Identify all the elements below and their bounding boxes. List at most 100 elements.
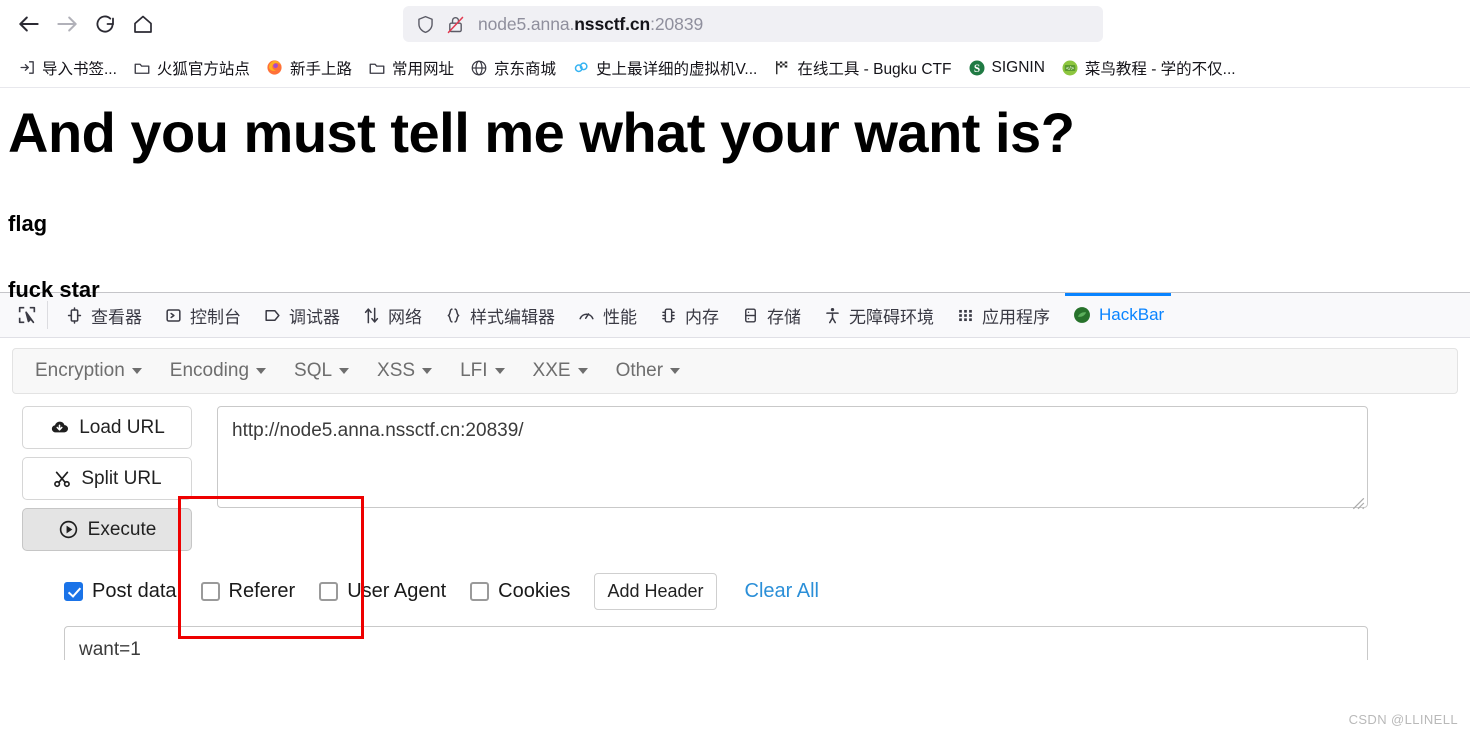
url-text: node5.anna.nssctf.cn:20839 — [478, 14, 703, 35]
chevron-down-icon — [670, 368, 681, 374]
urlbar-identity-icons — [415, 14, 466, 35]
menu-encoding[interactable]: Encoding — [156, 355, 280, 387]
element-picker-icon — [18, 306, 35, 324]
menu-other[interactable]: Other — [602, 355, 695, 387]
inspector-icon — [65, 306, 84, 325]
bookmark-runoob[interactable]: </> 菜鸟教程 - 学的不仅... — [1053, 53, 1244, 83]
watermark: CSDN @LLINELL — [1348, 712, 1458, 727]
tab-hackbar[interactable]: HackBar — [1061, 293, 1175, 337]
execute-button[interactable]: Execute — [22, 508, 192, 551]
back-arrow-icon — [19, 16, 39, 32]
menu-xxe[interactable]: XXE — [519, 355, 602, 387]
tab-label: 无障碍环境 — [849, 307, 934, 327]
menu-lfi[interactable]: LFI — [446, 355, 518, 387]
tab-performance[interactable]: 性能 — [566, 293, 648, 337]
bookmark-label: 菜鸟教程 - 学的不仅... — [1084, 60, 1236, 78]
referer-option[interactable]: Referer — [200, 580, 295, 603]
menu-xss[interactable]: XSS — [363, 355, 446, 387]
bookmark-label: 火狐官方站点 — [156, 60, 250, 78]
console-icon — [164, 306, 183, 325]
hackbar-post-area — [12, 626, 1458, 660]
cloud-download-icon — [49, 417, 70, 438]
referer-checkbox[interactable] — [200, 582, 220, 601]
tab-console[interactable]: 控制台 — [153, 293, 252, 337]
browser-toolbar: node5.anna.nssctf.cn:20839 — [0, 0, 1470, 48]
menu-sql[interactable]: SQL — [280, 355, 363, 387]
hackbar-panel: Encryption Encoding SQL XSS LFI XXE Othe… — [0, 338, 1470, 660]
tab-label: 控制台 — [190, 307, 241, 327]
bookmark-label: 京东商城 — [493, 60, 556, 78]
menu-label: LFI — [460, 360, 488, 381]
bookmark-bugku-ctf[interactable]: 在线工具 - Bugku CTF — [765, 53, 959, 83]
post-data-input[interactable] — [64, 626, 1368, 660]
url-input[interactable] — [217, 406, 1368, 508]
tab-memory[interactable]: 内存 — [648, 293, 730, 337]
hackbar-options-row: Post data Referer User Agent Cookies Add… — [12, 573, 1458, 610]
accessibility-icon — [823, 306, 842, 325]
load-url-button[interactable]: Load URL — [22, 406, 192, 449]
hackbar-url-area — [192, 406, 1458, 551]
bookmark-label: 导入书签... — [42, 60, 117, 78]
post-data-option[interactable]: Post data — [64, 580, 177, 603]
menu-encryption[interactable]: Encryption — [21, 355, 156, 387]
element-picker-button[interactable] — [6, 301, 48, 329]
split-url-button[interactable]: Split URL — [22, 457, 192, 500]
hackbar-action-buttons: Load URL Split URL Execute — [12, 406, 192, 551]
page-title: And you must tell me what your want is? — [8, 101, 1075, 164]
tab-inspector[interactable]: 查看器 — [54, 293, 153, 337]
tab-debugger[interactable]: 调试器 — [252, 293, 351, 337]
home-button[interactable] — [124, 5, 162, 43]
firefox-icon — [266, 59, 284, 77]
hackbar-body: Load URL Split URL Execute http://node5.… — [12, 406, 1458, 551]
forward-button[interactable] — [48, 5, 86, 43]
bookmark-vm-tutorial[interactable]: 史上最详细的虚拟机V... — [564, 53, 765, 83]
bookmark-folder-common-sites[interactable]: 常用网址 — [360, 53, 462, 83]
bookmark-signin[interactable]: S SIGNIN — [960, 55, 1053, 81]
bookmark-import[interactable]: 导入书签... — [10, 53, 125, 83]
svg-text:</>: </> — [1066, 65, 1074, 71]
post-data-checkbox[interactable] — [64, 582, 83, 601]
shield-icon[interactable] — [415, 14, 436, 35]
chevron-down-icon — [256, 368, 267, 374]
clear-all-link[interactable]: Clear All — [745, 580, 819, 603]
bookmarks-bar: 导入书签... 火狐官方站点 新手上路 常用网址 京东商城 史上最详细的虚拟机V… — [0, 48, 1470, 88]
memory-icon — [659, 306, 678, 325]
forward-arrow-icon — [57, 16, 77, 32]
option-label: Post data — [92, 580, 177, 602]
chevron-down-icon — [131, 368, 142, 374]
tab-label: 网络 — [388, 307, 422, 327]
bookmark-label: 新手上路 — [289, 60, 352, 78]
user-agent-option[interactable]: User Agent — [319, 580, 446, 603]
menu-label: Encryption — [35, 360, 125, 381]
url-bar[interactable]: node5.anna.nssctf.cn:20839 — [403, 6, 1103, 42]
cookies-checkbox[interactable] — [470, 582, 490, 601]
tab-storage[interactable]: 存储 — [730, 293, 812, 337]
back-button[interactable] — [10, 5, 48, 43]
bookmark-firefox-start[interactable]: 新手上路 — [258, 53, 360, 83]
cookies-option[interactable]: Cookies — [470, 580, 570, 603]
tab-label: 样式编辑器 — [470, 307, 555, 327]
user-agent-checkbox[interactable] — [319, 582, 339, 601]
option-label: Cookies — [498, 580, 571, 602]
reload-button[interactable] — [86, 5, 124, 43]
bookmark-folder-firefox-official[interactable]: 火狐官方站点 — [125, 53, 258, 83]
flag-icon — [773, 59, 791, 77]
tab-label: 存储 — [767, 307, 801, 327]
chevron-down-icon — [339, 368, 350, 374]
tab-accessibility[interactable]: 无障碍环境 — [812, 293, 945, 337]
hackbar-menubar: Encryption Encoding SQL XSS LFI XXE Othe… — [12, 348, 1458, 394]
performance-icon — [577, 306, 596, 325]
chevron-down-icon — [494, 368, 505, 374]
bookmark-jd-mall[interactable]: 京东商城 — [462, 53, 564, 83]
menu-label: XXE — [532, 360, 571, 381]
tab-application[interactable]: 应用程序 — [945, 293, 1061, 337]
option-label: User Agent — [347, 580, 447, 602]
add-header-button[interactable]: Add Header — [594, 573, 717, 610]
bookmark-label: 常用网址 — [391, 60, 454, 78]
lock-slash-icon[interactable] — [445, 14, 466, 35]
storage-icon — [741, 306, 760, 325]
tab-network[interactable]: 网络 — [351, 293, 433, 337]
tab-style-editor[interactable]: 样式编辑器 — [433, 293, 566, 337]
page-content: And you must tell me what your want is? … — [0, 88, 1470, 302]
folder-icon — [133, 59, 151, 77]
